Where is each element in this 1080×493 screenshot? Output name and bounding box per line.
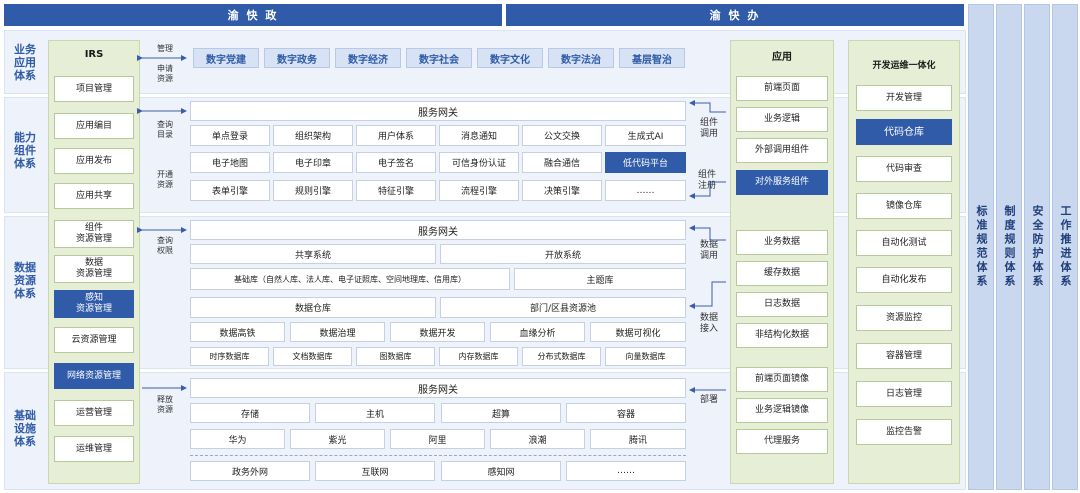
arrow-data-call <box>689 225 726 241</box>
arrow-data-access <box>689 281 726 309</box>
arrow-component-call <box>689 100 726 113</box>
arrow-component-register <box>689 181 726 199</box>
connector-arrows <box>137 55 726 393</box>
